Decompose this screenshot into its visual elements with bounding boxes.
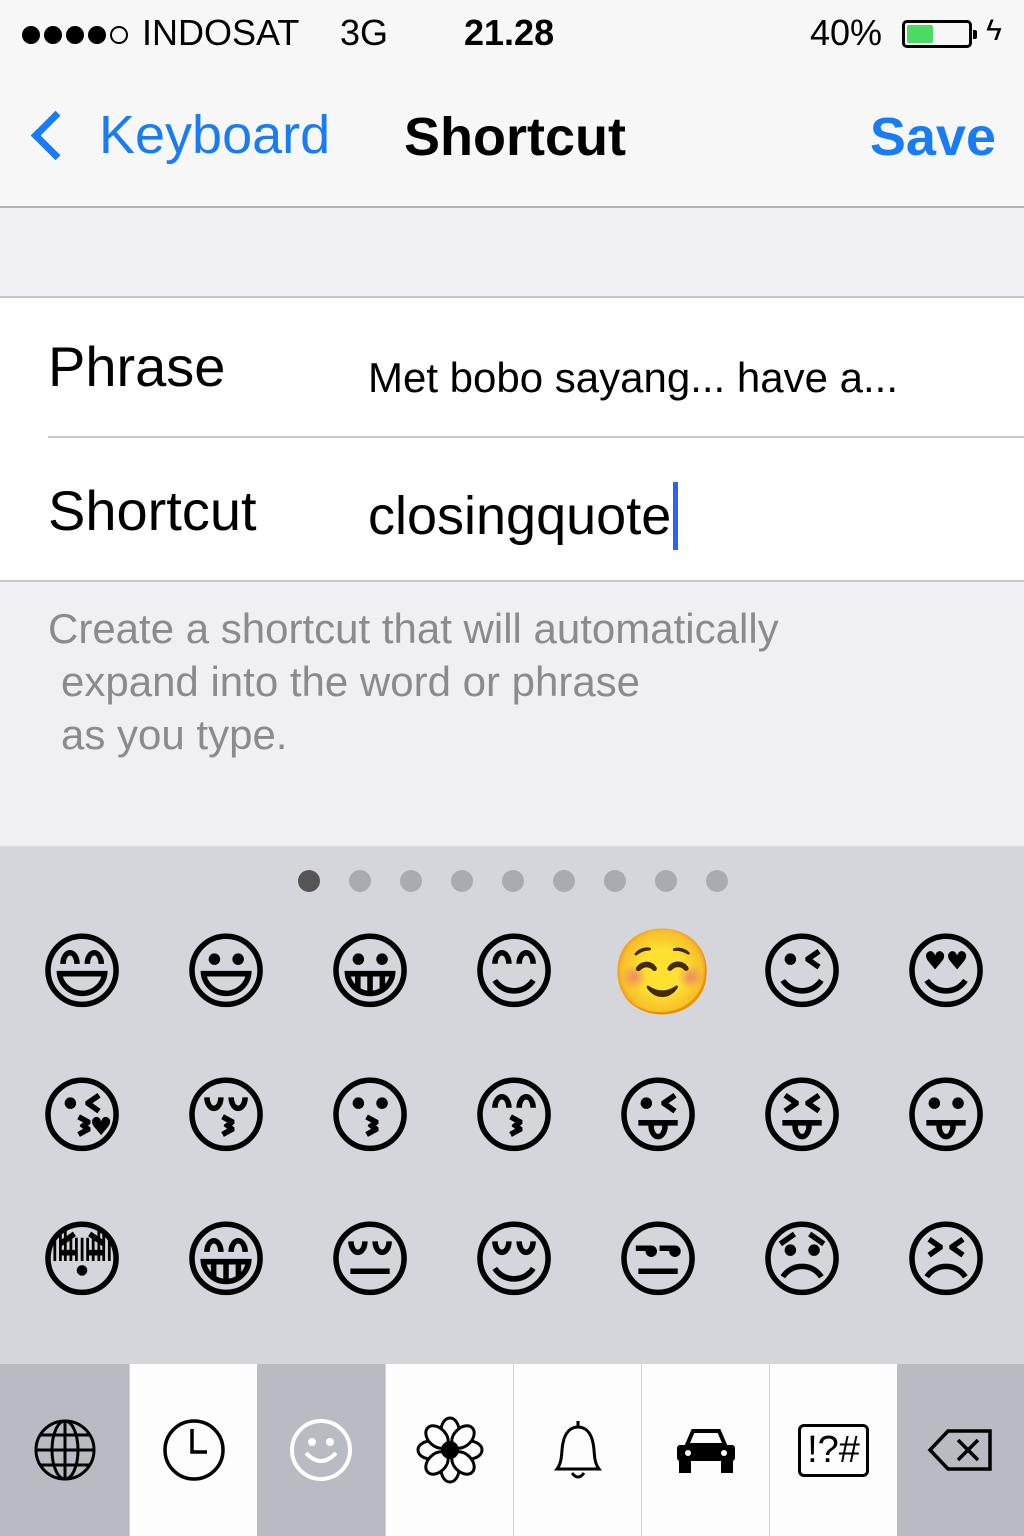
back-button[interactable]: Keyboard — [24, 104, 330, 166]
page-indicator — [0, 870, 1024, 894]
emoji-key[interactable]: 😚 — [178, 1068, 274, 1164]
smiley-icon — [290, 1419, 352, 1481]
emoji-key[interactable]: 😝 — [754, 1068, 850, 1164]
emoji-key[interactable]: ☺️ — [610, 924, 715, 1020]
emoji-key[interactable]: 😣 — [898, 1212, 994, 1308]
save-button[interactable]: Save — [870, 106, 996, 168]
network-type: 3G — [340, 12, 389, 53]
symbols-icon: !?# — [798, 1423, 869, 1477]
emoji-key[interactable]: 😘 — [34, 1068, 130, 1164]
flower-icon — [416, 1416, 483, 1484]
emoji-key[interactable]: 😀 — [322, 924, 418, 1020]
emoji-key[interactable]: 😉 — [754, 924, 850, 1020]
emoji-key[interactable]: 😳 — [34, 1212, 130, 1308]
globe-key[interactable] — [0, 1364, 129, 1536]
clock: 21.28 — [464, 12, 555, 53]
objects-emoji-tab[interactable] — [513, 1364, 641, 1536]
emoji-key[interactable]: 😒 — [610, 1212, 706, 1308]
help-line-1: Create a shortcut that will automaticall… — [48, 605, 779, 652]
status-bar: INDOSAT 3G 21.28 40% ϟ — [0, 0, 1024, 70]
backspace-icon — [927, 1429, 992, 1471]
phrase-field[interactable]: Met bobo sayang... have a... — [368, 354, 898, 402]
backspace-key[interactable] — [897, 1364, 1024, 1536]
people-emoji-tab[interactable] — [257, 1364, 385, 1536]
bell-icon — [553, 1421, 602, 1479]
shortcut-label: Shortcut — [48, 479, 257, 542]
shortcut-field-text: closingquote — [368, 486, 672, 546]
emoji-key[interactable]: 😃 — [178, 924, 274, 1020]
emoji-keyboard: 😄 😃 😀 😊 ☺️ 😉 😍 😘 😚 😗 😙 😜 😝 😛 😳 😁 😔 😌 😒 😞 😣 — [0, 846, 1024, 1364]
help-line-2: expand into the word or phrase — [61, 658, 641, 705]
battery-percent: 40% — [810, 12, 883, 53]
signal-strength-icon — [22, 26, 128, 44]
clock-icon — [162, 1419, 225, 1481]
charging-bolt-icon: ϟ — [986, 14, 1002, 47]
shortcut-form: Phrase Met bobo sayang... have a... Shor… — [0, 296, 1024, 582]
page-dot — [706, 870, 728, 892]
chevron-left-icon — [30, 110, 81, 160]
help-line-3: as you type. — [61, 711, 288, 758]
car-icon — [676, 1429, 735, 1473]
emoji-key[interactable]: 😔 — [322, 1212, 418, 1308]
phrase-label: Phrase — [48, 335, 226, 398]
shortcut-row[interactable]: Shortcut closingquote — [0, 438, 1024, 578]
page-dot — [502, 870, 524, 892]
emoji-key[interactable]: 😙 — [466, 1068, 562, 1164]
emoji-key[interactable]: 😊 — [466, 924, 562, 1020]
emoji-key[interactable]: 😗 — [322, 1068, 418, 1164]
recent-emoji-tab[interactable] — [129, 1364, 257, 1536]
page-dot — [553, 870, 575, 892]
shortcut-field[interactable]: closingquote — [368, 482, 679, 550]
page-dot — [349, 870, 371, 892]
symbols-emoji-tab[interactable]: !?# — [769, 1364, 897, 1536]
carrier-name: INDOSAT — [142, 12, 300, 53]
back-button-label: Keyboard — [99, 105, 331, 165]
battery-icon — [902, 20, 977, 48]
page-dot — [298, 870, 320, 892]
page-dot — [451, 870, 473, 892]
page-dot — [400, 870, 422, 892]
emoji-key[interactable]: 😁 — [178, 1212, 274, 1308]
globe-icon — [34, 1419, 95, 1481]
emoji-key[interactable]: 😞 — [754, 1212, 850, 1308]
page-title: Shortcut — [404, 107, 626, 167]
page-dot — [655, 870, 677, 892]
nature-emoji-tab[interactable] — [385, 1364, 513, 1536]
phrase-row[interactable]: Phrase Met bobo sayang... have a... — [0, 298, 1024, 438]
emoji-key[interactable]: 😄 — [34, 924, 130, 1020]
navigation-bar: Keyboard Shortcut Save — [0, 70, 1024, 208]
emoji-key[interactable]: 😛 — [898, 1068, 994, 1164]
page-dot — [604, 870, 626, 892]
places-emoji-tab[interactable] — [641, 1364, 769, 1536]
emoji-key[interactable]: 😜 — [610, 1068, 706, 1164]
emoji-key[interactable]: 😍 — [898, 924, 994, 1020]
emoji-key[interactable]: 😌 — [466, 1212, 562, 1308]
text-cursor — [673, 482, 679, 550]
shortcut-help-text: Create a shortcut that will automaticall… — [48, 602, 779, 761]
emoji-category-bar: !?# — [0, 1364, 1024, 1536]
